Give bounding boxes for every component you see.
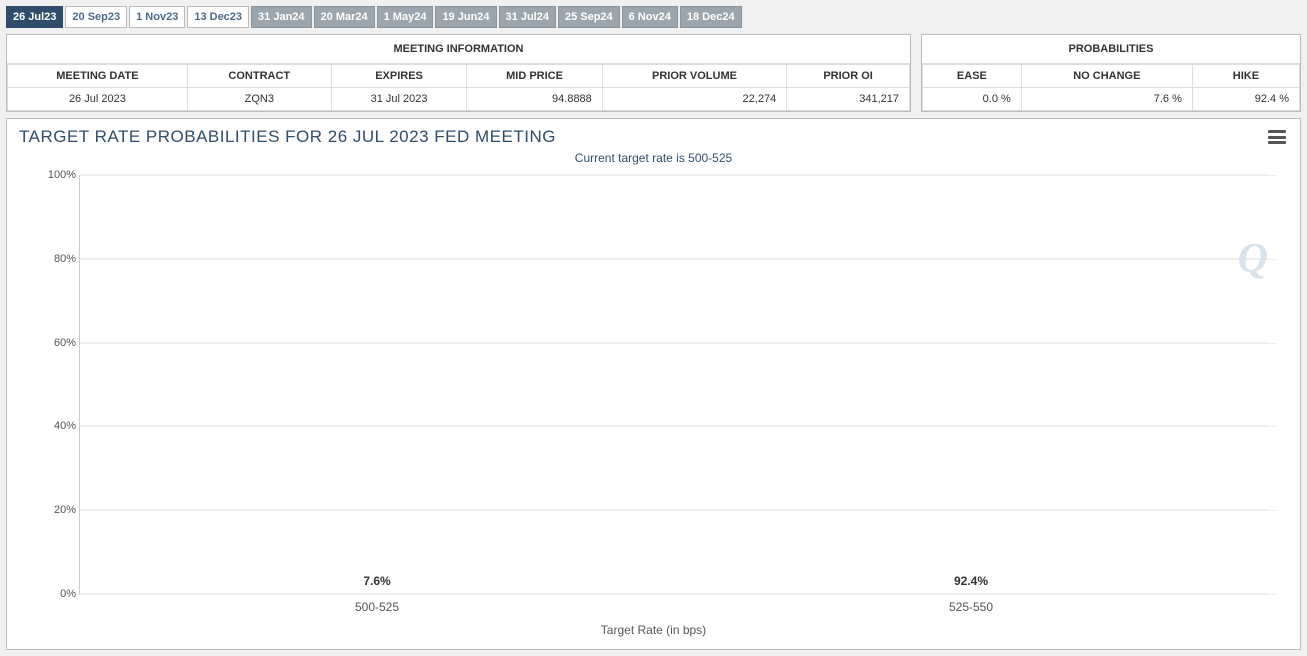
col-prior-oi: PRIOR OI xyxy=(787,65,910,88)
tab-26jul23[interactable]: 26 Jul23 xyxy=(6,6,63,28)
probabilities-title: PROBABILITIES xyxy=(922,35,1300,64)
ytick-0: 0% xyxy=(30,588,76,600)
val-no-change: 7.6 % xyxy=(1021,88,1192,111)
val-contract: ZQN3 xyxy=(187,88,331,111)
val-prior-volume: 22,274 xyxy=(602,88,786,111)
ytick-60: 60% xyxy=(30,337,76,349)
chart-menu-icon[interactable] xyxy=(1266,128,1288,146)
tab-1nov23[interactable]: 1 Nov23 xyxy=(129,6,185,28)
val-ease: 0.0 % xyxy=(923,88,1022,111)
val-expires: 31 Jul 2023 xyxy=(331,88,467,111)
tab-25sep24[interactable]: 25 Sep24 xyxy=(558,6,620,28)
chart-plot-area: 7.6%500-52592.4%525-550 0%20%40%60%80%10… xyxy=(79,175,1268,595)
probabilities-table: EASE NO CHANGE HIKE 0.0 % 7.6 % 92.4 % xyxy=(922,64,1300,111)
xcat-500-525: 500-525 xyxy=(80,600,674,614)
col-mid-price: MID PRICE xyxy=(467,65,602,88)
tab-20mar24[interactable]: 20 Mar24 xyxy=(314,6,375,28)
bar-value-525-550: 92.4% xyxy=(674,574,1268,588)
tab-1may24[interactable]: 1 May24 xyxy=(377,6,434,28)
col-no-change: NO CHANGE xyxy=(1021,65,1192,88)
col-hike: HIKE xyxy=(1192,65,1299,88)
col-ease: EASE xyxy=(923,65,1022,88)
tab-20sep23[interactable]: 20 Sep23 xyxy=(65,6,127,28)
x-axis-label: Target Rate (in bps) xyxy=(19,623,1288,637)
ytick-80: 80% xyxy=(30,253,76,265)
tab-19jun24[interactable]: 19 Jun24 xyxy=(435,6,496,28)
val-meeting-date: 26 Jul 2023 xyxy=(8,88,188,111)
bar-value-500-525: 7.6% xyxy=(80,574,674,588)
col-prior-volume: PRIOR VOLUME xyxy=(602,65,786,88)
ytick-40: 40% xyxy=(30,420,76,432)
tab-6nov24[interactable]: 6 Nov24 xyxy=(622,6,678,28)
meeting-info-table: MEETING DATE CONTRACT EXPIRES MID PRICE … xyxy=(7,64,910,111)
col-contract: CONTRACT xyxy=(187,65,331,88)
col-meeting-date: MEETING DATE xyxy=(8,65,188,88)
meeting-info-panel: MEETING INFORMATION MEETING DATE CONTRAC… xyxy=(6,34,911,112)
chart-title: TARGET RATE PROBABILITIES FOR 26 JUL 202… xyxy=(19,127,556,147)
val-mid-price: 94.8888 xyxy=(467,88,602,111)
probabilities-panel: PROBABILITIES EASE NO CHANGE HIKE 0.0 % … xyxy=(921,34,1301,112)
col-expires: EXPIRES xyxy=(331,65,467,88)
chart-subtitle: Current target rate is 500-525 xyxy=(19,151,1288,165)
val-prior-oi: 341,217 xyxy=(787,88,910,111)
val-hike: 92.4 % xyxy=(1192,88,1299,111)
meeting-info-title: MEETING INFORMATION xyxy=(7,35,910,64)
ytick-20: 20% xyxy=(30,504,76,516)
meeting-date-tabs: 26 Jul2320 Sep231 Nov2313 Dec2331 Jan242… xyxy=(0,0,1307,34)
tab-18dec24[interactable]: 18 Dec24 xyxy=(680,6,742,28)
tab-13dec23[interactable]: 13 Dec23 xyxy=(187,6,249,28)
chart-panel: TARGET RATE PROBABILITIES FOR 26 JUL 202… xyxy=(6,118,1301,650)
tab-31jan24[interactable]: 31 Jan24 xyxy=(251,6,311,28)
tab-31jul24[interactable]: 31 Jul24 xyxy=(499,6,556,28)
xcat-525-550: 525-550 xyxy=(674,600,1268,614)
ytick-100: 100% xyxy=(30,169,76,181)
